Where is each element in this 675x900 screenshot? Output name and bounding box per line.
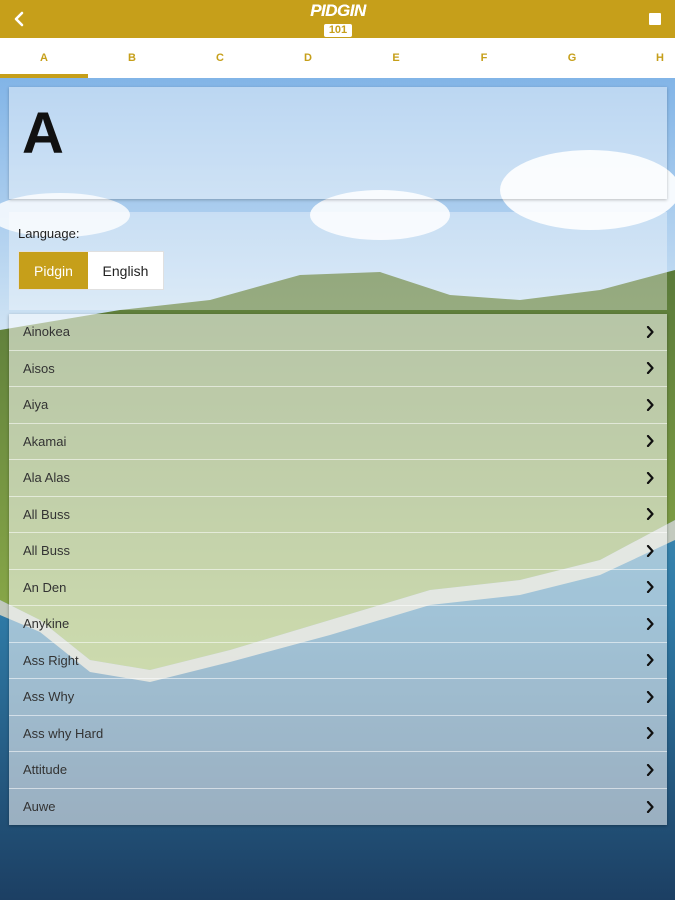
letter-header-card: A xyxy=(9,87,667,199)
tab-f[interactable]: F xyxy=(440,38,528,78)
app-logo: PIDGIN 101 xyxy=(309,1,367,37)
list-item-label: Ass Right xyxy=(23,652,79,668)
list-item-label: Ass why Hard xyxy=(23,725,104,741)
list-item-label: An Den xyxy=(23,579,67,595)
letter-tabs: A B C D E F G H xyxy=(0,38,675,78)
list-item-label: Anykine xyxy=(23,616,70,632)
chevron-right-icon xyxy=(645,507,655,521)
list-item[interactable]: Akamai xyxy=(9,424,667,460)
list-item[interactable]: Aisos xyxy=(9,351,667,387)
chevron-right-icon xyxy=(645,325,655,339)
chevron-right-icon xyxy=(645,471,655,485)
list-item-label: All Buss xyxy=(23,506,70,522)
list-item-label: Auwe xyxy=(23,799,56,815)
pidgin-button[interactable]: Pidgin xyxy=(19,252,88,289)
chevron-right-icon xyxy=(645,617,655,631)
list-item[interactable]: Ainokea xyxy=(9,314,667,351)
chevron-right-icon xyxy=(645,726,655,740)
chevron-right-icon xyxy=(645,580,655,594)
list-item[interactable]: Anykine xyxy=(9,606,667,643)
tab-b[interactable]: B xyxy=(88,38,176,78)
section-letter: A xyxy=(22,101,64,166)
list-item[interactable]: All Buss xyxy=(9,533,667,570)
chevron-right-icon xyxy=(645,361,655,375)
list-item-label: Ass Why xyxy=(23,689,75,705)
list-item-label: Ainokea xyxy=(23,324,70,340)
list-item[interactable]: Ass Right xyxy=(9,643,667,679)
chevron-right-icon xyxy=(645,763,655,777)
list-item-label: Aisos xyxy=(23,360,55,376)
language-label: Language: xyxy=(18,226,80,241)
tab-h[interactable]: H xyxy=(616,38,675,78)
list-item[interactable]: All Buss xyxy=(9,497,667,533)
tab-a[interactable]: A xyxy=(0,38,88,78)
list-item-label: All Buss xyxy=(23,543,70,559)
chevron-left-icon xyxy=(14,11,24,27)
app-bar: PIDGIN 101 xyxy=(0,0,675,38)
logo-number: 101 xyxy=(323,24,353,37)
list-item[interactable]: Ass why Hard xyxy=(9,716,667,752)
list-item[interactable]: Attitude xyxy=(9,752,667,789)
list-item-label: Akamai xyxy=(23,433,67,449)
chevron-right-icon xyxy=(645,690,655,704)
chevron-right-icon xyxy=(645,434,655,448)
list-item[interactable]: Auwe xyxy=(9,789,667,826)
list-item[interactable]: Ala Alas xyxy=(9,460,667,497)
chevron-right-icon xyxy=(645,544,655,558)
tab-e[interactable]: E xyxy=(352,38,440,78)
tab-c[interactable]: C xyxy=(176,38,264,78)
list-item-label: Aiya xyxy=(23,397,49,413)
list-item[interactable]: Ass Why xyxy=(9,679,667,716)
list-item-label: Ala Alas xyxy=(23,470,70,486)
chevron-right-icon xyxy=(645,398,655,412)
menu-button[interactable] xyxy=(649,13,661,25)
english-button[interactable]: English xyxy=(88,252,163,289)
language-panel: Language: Pidgin English xyxy=(9,212,667,310)
chevron-right-icon xyxy=(645,653,655,667)
chevron-right-icon xyxy=(645,800,655,814)
list-item[interactable]: An Den xyxy=(9,570,667,606)
tab-d[interactable]: D xyxy=(264,38,352,78)
list-item[interactable]: Aiya xyxy=(9,387,667,424)
language-toggle: Pidgin English xyxy=(18,251,164,290)
word-list: Ainokea Aisos Aiya Akamai Ala Alas All Buss Al… xyxy=(9,314,667,825)
list-item-label: Attitude xyxy=(23,762,68,778)
back-button[interactable] xyxy=(8,6,30,32)
tab-g[interactable]: G xyxy=(528,38,616,78)
logo-word: PIDGIN xyxy=(310,1,366,20)
menu-icon xyxy=(649,13,661,25)
